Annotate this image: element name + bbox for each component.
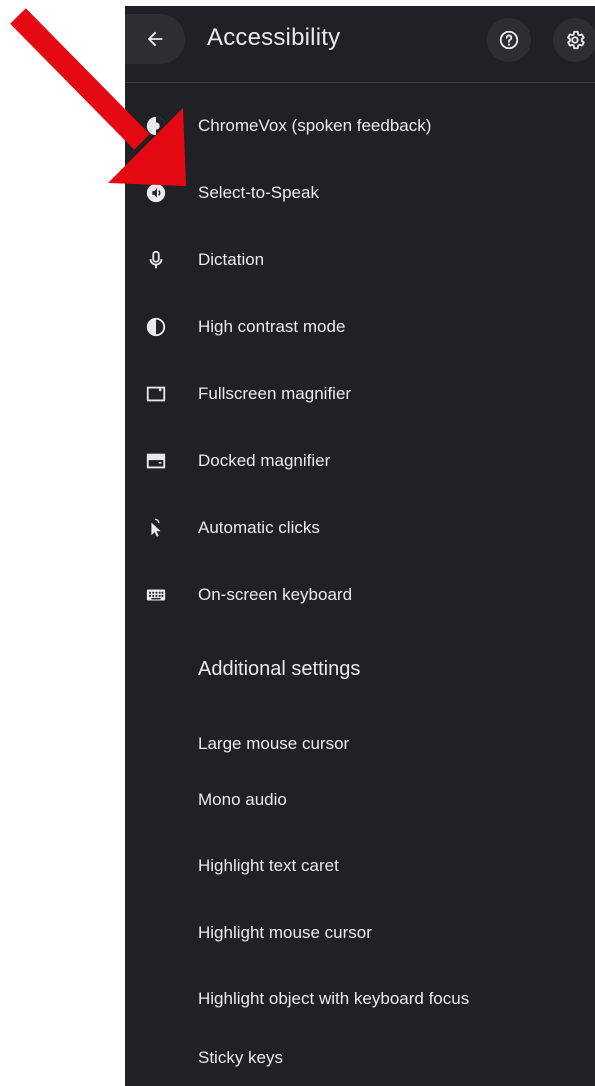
- feature-label: High contrast mode: [198, 317, 346, 336]
- header-bar: Accessibility: [125, 6, 595, 82]
- feature-item-on-screen-keyboard[interactable]: On-screen keyboard: [125, 567, 595, 623]
- header-divider: [125, 82, 595, 83]
- contrast-icon: [143, 314, 169, 340]
- feature-item-docked-magnifier[interactable]: Docked magnifier: [125, 433, 595, 489]
- feature-item-fullscreen-magnifier[interactable]: Fullscreen magnifier: [125, 366, 595, 422]
- help-icon: [499, 30, 519, 50]
- additional-item-label: Mono audio: [198, 790, 287, 809]
- additional-item-label: Highlight object with keyboard focus: [198, 989, 470, 1008]
- feature-label: Select-to-Speak: [198, 183, 319, 202]
- feature-item-select-to-speak[interactable]: Select-to-Speak: [125, 165, 595, 221]
- feature-label: ChromeVox (spoken feedback): [198, 116, 432, 135]
- feature-label: Fullscreen magnifier: [198, 384, 352, 403]
- screenshot-page: Accessibility ChromeVox (spoken feedback…: [0, 0, 595, 1086]
- additional-item-label: Highlight mouse cursor: [198, 923, 372, 942]
- additional-item-label: Large mouse cursor: [198, 734, 350, 753]
- additional-item-label: Highlight text caret: [198, 856, 339, 875]
- settings-button[interactable]: [553, 18, 595, 62]
- additional-item-large-mouse-cursor[interactable]: Large mouse cursor: [125, 716, 595, 772]
- docked-magnifier-icon: [143, 448, 169, 474]
- feature-item-automatic-clicks[interactable]: Automatic clicks: [125, 500, 595, 556]
- chromevox-icon: [143, 113, 169, 139]
- accessibility-panel: Accessibility ChromeVox (spoken feedback…: [125, 6, 595, 1086]
- help-button[interactable]: [487, 18, 531, 62]
- feature-label: Docked magnifier: [198, 451, 331, 470]
- feature-item-high-contrast[interactable]: High contrast mode: [125, 299, 595, 355]
- additional-item-mono-audio[interactable]: Mono audio: [125, 772, 595, 828]
- select-to-speak-icon: [143, 180, 169, 206]
- feature-label: Automatic clicks: [198, 518, 320, 537]
- additional-item-highlight-mouse-cursor[interactable]: Highlight mouse cursor: [125, 905, 595, 961]
- feature-item-chromevox[interactable]: ChromeVox (spoken feedback): [125, 98, 595, 154]
- page-title: Accessibility: [207, 24, 341, 51]
- feature-label: On-screen keyboard: [198, 585, 353, 604]
- fullscreen-magnifier-icon: [143, 381, 169, 407]
- additional-item-highlight-keyboard-focus[interactable]: Highlight object with keyboard focus: [125, 971, 595, 1027]
- keyboard-icon: [143, 582, 169, 608]
- additional-item-label: Sticky keys: [198, 1048, 284, 1067]
- feature-item-dictation[interactable]: Dictation: [125, 232, 595, 288]
- arrow-back-icon: [147, 31, 163, 47]
- microphone-icon: [143, 247, 169, 273]
- automatic-clicks-icon: [143, 515, 169, 541]
- back-button[interactable]: [125, 14, 185, 64]
- feature-label: Dictation: [198, 250, 265, 269]
- section-title-additional-settings: Additional settings: [198, 658, 361, 680]
- additional-item-sticky-keys[interactable]: Sticky keys: [125, 1030, 595, 1086]
- gear-icon: [567, 30, 585, 50]
- additional-item-highlight-text-caret[interactable]: Highlight text caret: [125, 838, 595, 894]
